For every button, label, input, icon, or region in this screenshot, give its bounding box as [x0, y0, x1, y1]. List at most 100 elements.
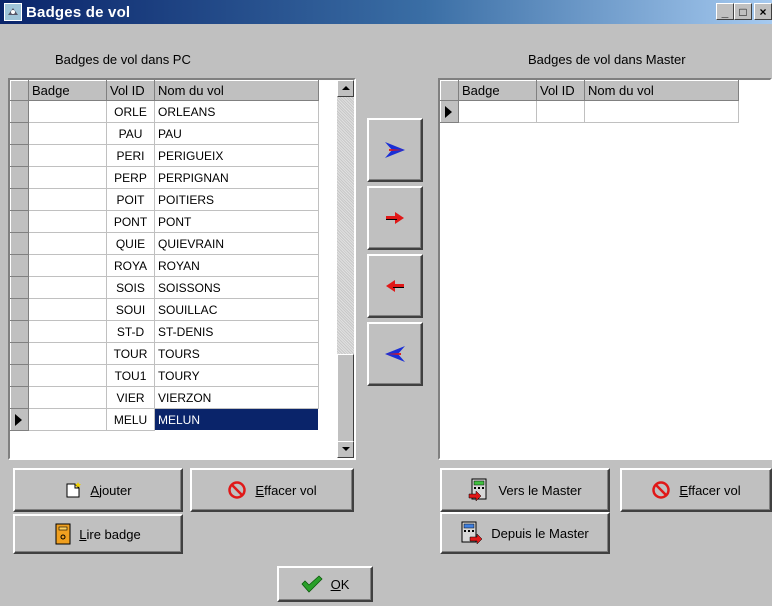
cell-badge[interactable]: [28, 342, 107, 365]
cell-nom-du-vol[interactable]: PAU: [154, 122, 319, 145]
cell-nom-du-vol[interactable]: TOURY: [154, 364, 319, 387]
cell-vol-id[interactable]: MELU: [106, 408, 155, 431]
table-row[interactable]: ST-D ST-DENIS: [10, 320, 319, 343]
effacer-vol-button[interactable]: Effacer vol: [190, 468, 354, 512]
table-row[interactable]: ORLE ORLEANS: [10, 100, 319, 123]
cell-vol-id[interactable]: SOIS: [106, 276, 155, 299]
receive-from-master-icon: [461, 521, 483, 545]
cell-badge[interactable]: [28, 276, 107, 299]
cell-badge[interactable]: [28, 100, 107, 123]
effacer-vol-master-button[interactable]: Effacer vol: [620, 468, 772, 512]
cell-vol-id[interactable]: PERP: [106, 166, 155, 189]
move-all-left-button[interactable]: [367, 322, 423, 386]
cell-vol-id[interactable]: ORLE: [106, 100, 155, 123]
cell-vol-id[interactable]: QUIE: [106, 232, 155, 255]
row-indicator-header: [440, 80, 459, 101]
cell-badge[interactable]: [28, 166, 107, 189]
cell-badge[interactable]: [28, 232, 107, 255]
table-row[interactable]: PERI PERIGUEIX: [10, 144, 319, 167]
move-one-right-button[interactable]: [367, 186, 423, 250]
scroll-down-button[interactable]: [337, 441, 354, 458]
ok-button[interactable]: OK: [277, 566, 373, 602]
cell-vol-id[interactable]: PONT: [106, 210, 155, 233]
cell-nom-du-vol[interactable]: SOISSONS: [154, 276, 319, 299]
minimize-button[interactable]: _: [716, 3, 734, 20]
cell-badge[interactable]: [28, 386, 107, 409]
table-row[interactable]: TOU1 TOURY: [10, 364, 319, 387]
cell-vol-id[interactable]: ST-D: [106, 320, 155, 343]
cell-nom-du-vol[interactable]: ORLEANS: [154, 100, 319, 123]
current-row-arrow-icon: [445, 105, 452, 118]
master-badges-grid[interactable]: Badge Vol ID Nom du vol: [438, 78, 772, 460]
cell-nom-du-vol[interactable]: QUIEVRAIN: [154, 232, 319, 255]
move-all-right-button[interactable]: [367, 118, 423, 182]
row-indicator: [10, 100, 29, 123]
table-row[interactable]: ROYA ROYAN: [10, 254, 319, 277]
table-row[interactable]: SOUI SOUILLAC: [10, 298, 319, 321]
scroll-up-button[interactable]: [337, 80, 354, 97]
scrollbar-thumb[interactable]: [337, 354, 354, 442]
cell-vol-id[interactable]: [536, 100, 585, 123]
cell-badge[interactable]: [458, 100, 537, 123]
close-button[interactable]: ×: [754, 3, 772, 20]
table-row[interactable]: QUIE QUIEVRAIN: [10, 232, 319, 255]
cell-badge[interactable]: [28, 188, 107, 211]
cell-vol-id[interactable]: TOU1: [106, 364, 155, 387]
cell-vol-id[interactable]: PERI: [106, 144, 155, 167]
cell-vol-id[interactable]: TOUR: [106, 342, 155, 365]
column-header-vol-id[interactable]: Vol ID: [106, 80, 155, 101]
column-header-vol-id[interactable]: Vol ID: [536, 80, 585, 101]
table-row[interactable]: VIER VIERZON: [10, 386, 319, 409]
current-row-arrow-icon: [15, 413, 22, 426]
cell-nom-du-vol[interactable]: PERPIGNAN: [154, 166, 319, 189]
cell-nom-du-vol[interactable]: POITIERS: [154, 188, 319, 211]
cell-nom-du-vol[interactable]: MELUN: [154, 408, 319, 431]
row-indicator: [10, 144, 29, 167]
cell-vol-id[interactable]: SOUI: [106, 298, 155, 321]
table-row[interactable]: POIT POITIERS: [10, 188, 319, 211]
table-row[interactable]: TOUR TOURS: [10, 342, 319, 365]
cell-vol-id[interactable]: VIER: [106, 386, 155, 409]
cell-nom-du-vol[interactable]: ST-DENIS: [154, 320, 319, 343]
cell-badge[interactable]: [28, 122, 107, 145]
cell-badge[interactable]: [28, 364, 107, 387]
table-row[interactable]: MELU MELUN: [10, 408, 319, 431]
new-row[interactable]: [440, 100, 739, 123]
row-indicator: [10, 188, 29, 211]
app-icon[interactable]: [4, 3, 22, 21]
cell-nom-du-vol[interactable]: [584, 100, 739, 123]
table-row[interactable]: PAU PAU: [10, 122, 319, 145]
cell-badge[interactable]: [28, 298, 107, 321]
cell-badge[interactable]: [28, 254, 107, 277]
cell-nom-du-vol[interactable]: VIERZON: [154, 386, 319, 409]
pc-badges-grid[interactable]: Badge Vol ID Nom du vol ORLE ORLEANS PAU PA…: [8, 78, 356, 460]
cell-badge[interactable]: [28, 408, 107, 431]
table-row[interactable]: SOIS SOISSONS: [10, 276, 319, 299]
vertical-scrollbar[interactable]: [337, 80, 354, 458]
cell-vol-id[interactable]: POIT: [106, 188, 155, 211]
cell-vol-id[interactable]: PAU: [106, 122, 155, 145]
cell-vol-id[interactable]: ROYA: [106, 254, 155, 277]
depuis-le-master-button[interactable]: Depuis le Master: [440, 512, 610, 554]
column-header-badge[interactable]: Badge: [458, 80, 537, 101]
move-one-left-button[interactable]: [367, 254, 423, 318]
lire-badge-button[interactable]: Lire badge: [13, 514, 183, 554]
cell-nom-du-vol[interactable]: ROYAN: [154, 254, 319, 277]
vers-le-master-button[interactable]: Vers le Master: [440, 468, 610, 512]
ajouter-button[interactable]: Ajouter: [13, 468, 183, 512]
column-header-badge[interactable]: Badge: [28, 80, 107, 101]
cell-nom-du-vol[interactable]: PONT: [154, 210, 319, 233]
cell-nom-du-vol[interactable]: PERIGUEIX: [154, 144, 319, 167]
cell-badge[interactable]: [28, 210, 107, 233]
table-row[interactable]: PONT PONT: [10, 210, 319, 233]
left-panel-header: Badges de vol dans PC: [55, 52, 191, 67]
maximize-button[interactable]: □: [734, 3, 752, 20]
column-header-nom-du-vol[interactable]: Nom du vol: [584, 80, 739, 101]
cell-nom-du-vol[interactable]: TOURS: [154, 342, 319, 365]
row-indicator: [10, 342, 29, 365]
cell-badge[interactable]: [28, 144, 107, 167]
cell-nom-du-vol[interactable]: SOUILLAC: [154, 298, 319, 321]
column-header-nom-du-vol[interactable]: Nom du vol: [154, 80, 319, 101]
cell-badge[interactable]: [28, 320, 107, 343]
table-row[interactable]: PERP PERPIGNAN: [10, 166, 319, 189]
